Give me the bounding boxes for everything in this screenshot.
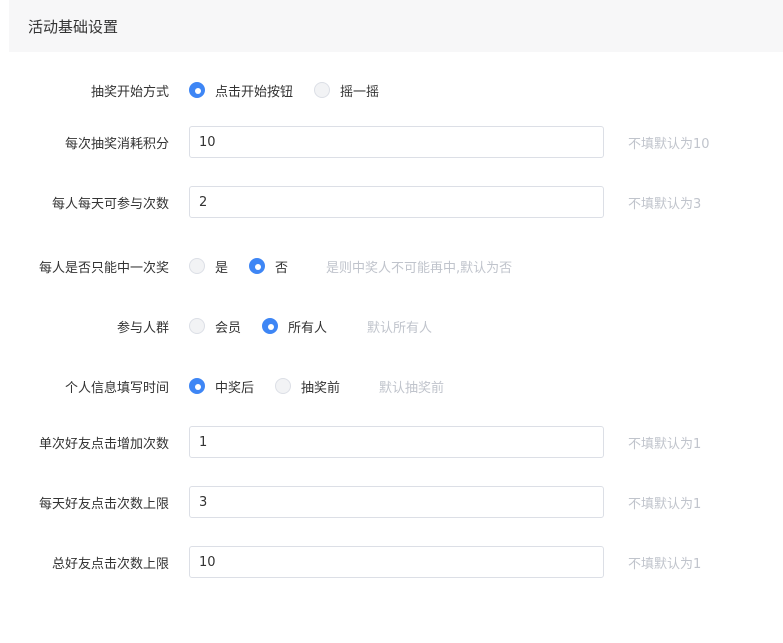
radio-unchecked-icon[interactable] (314, 82, 331, 98)
daily-friend-click-limit-row: 每天好友点击次数上限 不填默认为1 (0, 486, 783, 518)
total-friend-click-limit-label: 总好友点击次数上限 (51, 556, 169, 572)
info-time-hint: 默认抽奖前 (379, 380, 445, 396)
daily-friend-click-limit-hint: 不填默认为1 (628, 496, 702, 512)
section-header: 活动基础设置 (9, 0, 783, 52)
info-time-option-after-win[interactable]: 中奖后 (189, 377, 254, 396)
info-time-row: 个人信息填写时间 中奖后 抽奖前 默认抽奖前 (0, 372, 783, 400)
audience-option-all[interactable]: 所有人 (262, 317, 327, 336)
audience-radio-group: 会员 所有人 默认所有人 (189, 317, 432, 336)
friend-click-add-hint: 不填默认为1 (628, 436, 702, 452)
radio-label: 会员 (215, 320, 242, 336)
radio-label: 所有人 (288, 320, 328, 336)
friend-click-add-row: 单次好友点击增加次数 不填默认为1 (0, 426, 783, 458)
total-friend-click-limit-input[interactable] (189, 546, 604, 578)
audience-hint: 默认所有人 (367, 320, 433, 336)
draw-start-radio-group: 点击开始按钮 摇一摇 (189, 81, 400, 100)
section-title: 活动基础设置 (28, 17, 119, 36)
radio-label: 否 (275, 260, 289, 276)
points-per-draw-row: 每次抽奖消耗积分 不填默认为10 (0, 126, 783, 158)
draw-start-label: 抽奖开始方式 (90, 84, 169, 100)
friend-click-add-input[interactable] (189, 426, 604, 458)
points-per-draw-input[interactable] (189, 126, 604, 158)
radio-checked-icon[interactable] (189, 378, 205, 394)
audience-label: 参与人群 (116, 320, 169, 336)
total-friend-click-limit-row: 总好友点击次数上限 不填默认为1 (0, 546, 783, 578)
friend-click-add-label: 单次好友点击增加次数 (38, 436, 169, 452)
win-once-row: 每人是否只能中一次奖 是 否 是则中奖人不可能再中,默认为否 (0, 252, 783, 280)
daily-draws-input[interactable] (189, 186, 604, 218)
radio-unchecked-icon[interactable] (275, 378, 292, 394)
radio-label: 中奖后 (215, 380, 255, 396)
radio-checked-icon[interactable] (249, 258, 266, 274)
win-once-radio-group: 是 否 是则中奖人不可能再中,默认为否 (189, 257, 512, 276)
info-time-label: 个人信息填写时间 (64, 380, 169, 396)
radio-label: 摇一摇 (340, 84, 380, 100)
audience-row: 参与人群 会员 所有人 默认所有人 (0, 312, 783, 340)
win-once-option-no[interactable]: 否 (249, 257, 288, 276)
radio-label: 是 (215, 260, 229, 276)
draw-start-option-shake[interactable]: 摇一摇 (314, 81, 379, 100)
win-once-option-yes[interactable]: 是 (189, 257, 228, 276)
win-once-label: 每人是否只能中一次奖 (38, 260, 169, 276)
draw-start-option-click[interactable]: 点击开始按钮 (189, 81, 293, 100)
radio-checked-icon[interactable] (189, 82, 205, 98)
draw-start-row: 抽奖开始方式 点击开始按钮 摇一摇 (0, 76, 783, 104)
total-friend-click-limit-hint: 不填默认为1 (628, 556, 702, 572)
daily-draws-row: 每人每天可参与次数 不填默认为3 (0, 186, 783, 218)
daily-friend-click-limit-input[interactable] (189, 486, 604, 518)
points-per-draw-hint: 不填默认为10 (628, 136, 710, 152)
radio-unchecked-icon[interactable] (189, 258, 205, 274)
radio-checked-icon[interactable] (262, 318, 279, 334)
radio-label: 抽奖前 (301, 380, 341, 396)
radio-unchecked-icon[interactable] (189, 318, 205, 334)
audience-option-member[interactable]: 会员 (189, 317, 241, 336)
info-time-option-before-draw[interactable]: 抽奖前 (275, 377, 340, 396)
radio-label: 点击开始按钮 (215, 84, 294, 100)
daily-draws-label: 每人每天可参与次数 (51, 196, 169, 212)
daily-friend-click-limit-label: 每天好友点击次数上限 (38, 496, 169, 512)
win-once-hint: 是则中奖人不可能再中,默认为否 (326, 260, 513, 276)
points-per-draw-label: 每次抽奖消耗积分 (64, 136, 169, 152)
daily-draws-hint: 不填默认为3 (628, 196, 702, 212)
info-time-radio-group: 中奖后 抽奖前 默认抽奖前 (189, 377, 444, 396)
